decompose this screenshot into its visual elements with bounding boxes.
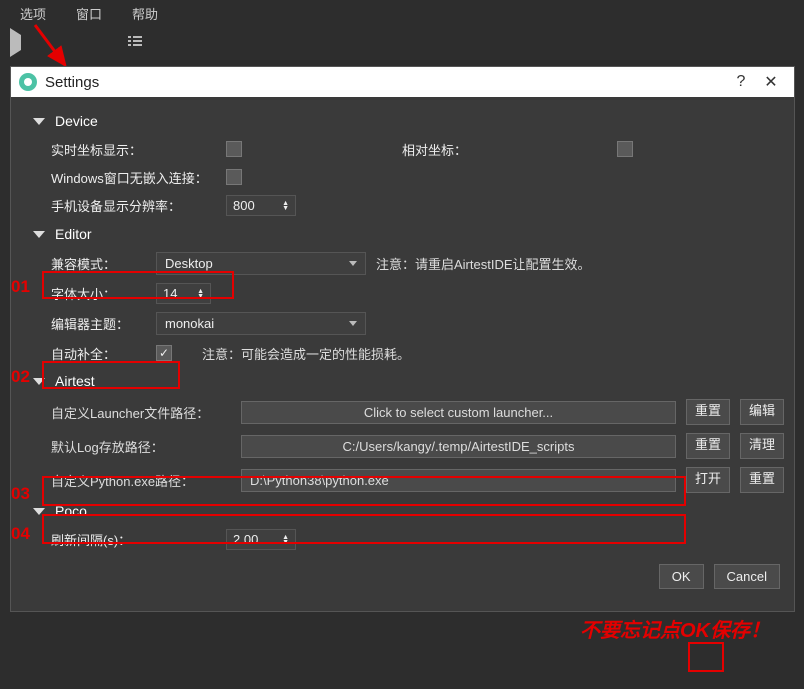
label-font-size: 字体大小： (51, 284, 146, 303)
label-windows-no-embed: Windows窗口无嵌入连接： (51, 168, 216, 187)
btn-launcher-reset[interactable]: 重置 (686, 399, 730, 425)
label-relative-coord: 相对坐标： (402, 140, 497, 159)
checkbox-relative-coord[interactable] (617, 141, 633, 157)
field-log-path[interactable]: C:/Users/kangy/.temp/AirtestIDE_scripts (241, 435, 676, 458)
menu-help[interactable]: 帮助 (132, 4, 158, 23)
section-poco[interactable]: Poco (11, 497, 794, 525)
menubar: 选项 窗口 帮助 (0, 0, 804, 27)
label-log-path: 默认Log存放路径： (51, 437, 231, 456)
btn-python-reset[interactable]: 重置 (740, 467, 784, 493)
redbox-ok (688, 642, 724, 672)
dialog-title: Settings (45, 74, 99, 91)
label-autocomplete: 自动补全： (51, 344, 146, 363)
annotation-note: 不要忘记点OK保存！ (580, 614, 770, 643)
settings-icon (19, 73, 37, 91)
label-realtime-coord: 实时坐标显示： (51, 140, 216, 159)
checkbox-autocomplete[interactable] (156, 345, 172, 361)
close-button[interactable]: ✕ (756, 72, 786, 92)
section-editor[interactable]: Editor (11, 220, 794, 248)
btn-launcher-edit[interactable]: 编辑 (740, 399, 784, 425)
field-launcher-path[interactable]: Click to select custom launcher... (241, 401, 676, 424)
combo-theme[interactable]: monokai (156, 312, 366, 335)
note-compat: 注意：请重启AirtestIDE让配置生效。 (376, 254, 591, 273)
label-refresh-interval: 刷新间隔(s)： (51, 530, 216, 549)
checkbox-windows-no-embed[interactable] (226, 169, 242, 185)
section-airtest[interactable]: Airtest (11, 367, 794, 395)
list-icon[interactable] (128, 35, 142, 49)
play-icon[interactable] (10, 35, 24, 49)
dialog-buttons: OK Cancel (11, 554, 794, 599)
label-phone-resolution: 手机设备显示分辨率： (51, 196, 216, 215)
menu-options[interactable]: 选项 (20, 4, 46, 23)
btn-log-reset[interactable]: 重置 (686, 433, 730, 459)
toolbar (0, 27, 804, 57)
section-device[interactable]: Device (11, 107, 794, 135)
spin-font-size[interactable]: 14 ▲▼ (156, 283, 211, 304)
menu-window[interactable]: 窗口 (76, 4, 102, 23)
combo-compat-mode[interactable]: Desktop (156, 252, 366, 275)
cancel-button[interactable]: Cancel (714, 564, 780, 589)
ok-button[interactable]: OK (659, 564, 704, 589)
label-compat-mode: 兼容模式： (51, 254, 146, 273)
stop-icon[interactable] (69, 35, 83, 49)
label-python-path: 自定义Python.exe路径： (51, 471, 231, 490)
chevron-down-icon (33, 231, 45, 238)
chevron-down-icon (33, 378, 45, 385)
spin-refresh-interval[interactable]: 2.00 ▲▼ (226, 529, 296, 550)
note-autocomplete: 注意：可能会造成一定的性能损耗。 (202, 344, 410, 363)
label-launcher-path: 自定义Launcher文件路径： (51, 403, 231, 422)
btn-log-clean[interactable]: 清理 (740, 433, 784, 459)
btn-python-open[interactable]: 打开 (686, 467, 730, 493)
checkbox-realtime-coord[interactable] (226, 141, 242, 157)
chevron-down-icon (33, 118, 45, 125)
titlebar: Settings ? ✕ (11, 67, 794, 97)
spin-phone-resolution[interactable]: 800 ▲▼ (226, 195, 296, 216)
label-theme: 编辑器主题： (51, 314, 146, 333)
help-button[interactable]: ? (726, 73, 756, 91)
chevron-down-icon (33, 508, 45, 515)
settings-dialog: Settings ? ✕ Device 实时坐标显示： 相对坐标： Window… (10, 66, 795, 612)
field-python-path[interactable]: D:\Python38\python.exe (241, 469, 676, 492)
